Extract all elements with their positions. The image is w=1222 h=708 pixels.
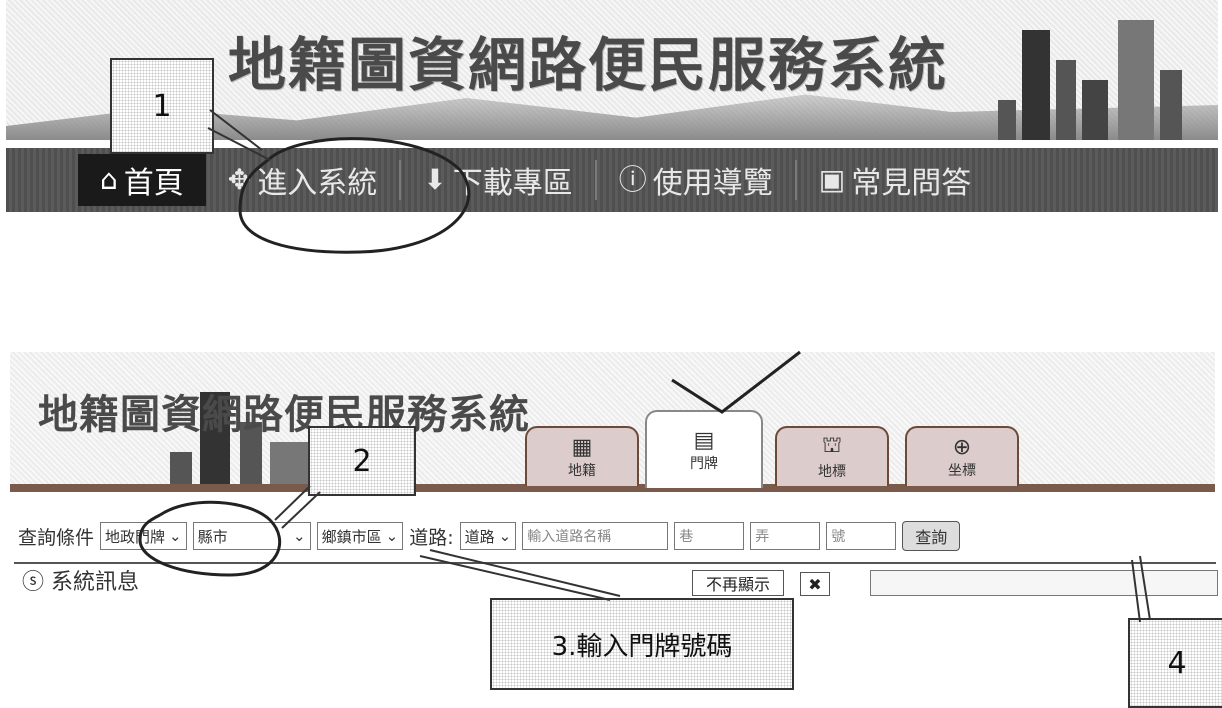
system-info-title: ⓢ 系統訊息 [22, 564, 139, 596]
road-type-select[interactable]: 道路 ⌄ [459, 522, 517, 550]
tab-label: 門牌 [690, 455, 718, 472]
search-bar: 查詢條件 地政門牌 ⌄ 縣市 ⌄ 鄉鎮市區 ⌄ 道路: 道路 ⌄ 輸入道路名稱 … [18, 516, 961, 556]
nav-guide[interactable]: ⓘ 使用導覽 [597, 154, 795, 206]
chevron-down-icon: ⌄ [385, 527, 399, 545]
enter-system-icon: ✥ [227, 163, 252, 196]
tab-label: 坐標 [948, 462, 976, 479]
tab-label: 地標 [818, 464, 846, 480]
county-select[interactable]: 縣市 ⌄ [192, 522, 311, 550]
lane-input[interactable]: 巷 [674, 522, 745, 550]
condition-value: 地政門牌 [105, 527, 166, 546]
nav-label: 常見問答 [851, 166, 972, 201]
hide-button[interactable]: 不再顯示 [692, 570, 784, 596]
system-info-label: 系統訊息 [51, 570, 140, 595]
download-icon: ⬇ [423, 163, 447, 196]
nav-label: 下載專區 [452, 166, 573, 201]
landmark-icon: ⛫ [821, 433, 843, 458]
site-title: 地籍圖資網路便民服務系統 [228, 31, 949, 99]
nav-label: 進入系統 [257, 166, 378, 201]
nav-download[interactable]: ⬇ 下載專區 [401, 154, 594, 206]
tab-cadastre[interactable]: ▦ 地籍 [525, 426, 639, 486]
nav-label: 使用導覽 [652, 166, 773, 201]
road-label: 道路: [409, 526, 454, 549]
house-number-icon: ▤ [693, 427, 715, 453]
nav-enter-system[interactable]: ✥ 進入系統 [206, 154, 399, 206]
callout-3: 3.輸入門牌號碼 [490, 598, 794, 690]
condition-select[interactable]: 地政門牌 ⌄ [100, 522, 187, 550]
township-value: 鄉鎮市區 [321, 527, 382, 546]
nav-label: 首頁 [123, 166, 184, 201]
tab-house-number[interactable]: ▤ 門牌 [645, 410, 763, 488]
guide-icon: ⓘ [618, 163, 647, 196]
tab-label: 地籍 [568, 462, 596, 479]
callout-2: 2 [308, 426, 416, 496]
alley-input[interactable]: 弄 [750, 522, 821, 550]
nav-faq[interactable]: ▣ 常見問答 [797, 154, 993, 206]
news-ticker [870, 570, 1218, 596]
nav-home[interactable]: ⌂ 首頁 [78, 154, 206, 206]
road-type-value: 道路 [464, 527, 495, 546]
close-icon[interactable]: ✖ [800, 572, 830, 596]
home-icon: ⌂ [100, 163, 118, 196]
coordinate-icon: ⊕ [952, 434, 972, 460]
site-title: 地籍圖資網路便民服務系統 [38, 391, 530, 438]
chevron-down-icon: ⌄ [293, 527, 306, 545]
callout-4: 4 [1128, 618, 1222, 708]
number-input[interactable]: 號 [826, 522, 897, 550]
chevron-down-icon: ⌄ [169, 527, 182, 545]
tab-landmark[interactable]: ⛫ 地標 [775, 426, 889, 486]
county-value: 縣市 [197, 527, 228, 546]
township-select[interactable]: 鄉鎮市區 ⌄ [316, 522, 404, 550]
faq-icon: ▣ [818, 163, 846, 196]
callout-1: 1 [110, 58, 214, 154]
query-button[interactable]: 查詢 [902, 521, 961, 551]
condition-label: 查詢條件 [18, 526, 95, 549]
info-icon: ⓢ [22, 570, 45, 595]
road-name-input[interactable]: 輸入道路名稱 [522, 522, 669, 550]
tab-coordinate[interactable]: ⊕ 坐標 [905, 426, 1019, 486]
chevron-down-icon: ⌄ [498, 527, 512, 545]
cadastre-icon: ▦ [571, 434, 593, 460]
city-skyline [978, 10, 1208, 140]
main-navbar: ⌂ 首頁 ✥ 進入系統 ⬇ 下載專區 ⓘ 使用導覽 ▣ 常見問答 [6, 148, 1218, 212]
